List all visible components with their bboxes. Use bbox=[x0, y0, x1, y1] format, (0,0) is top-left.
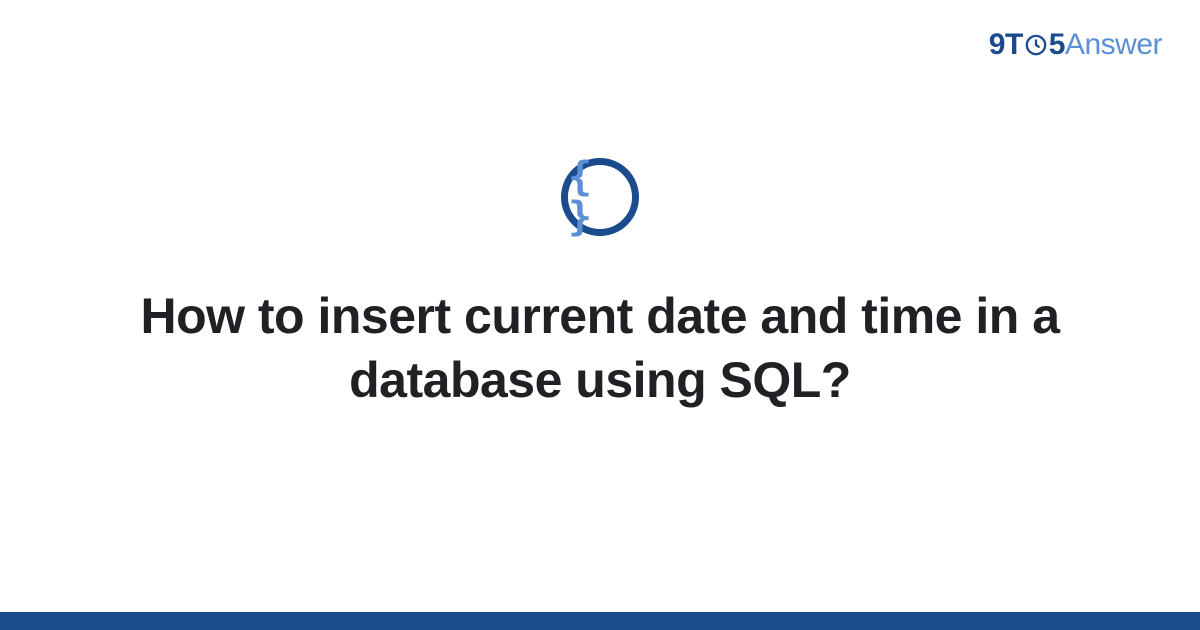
footer-accent-bar bbox=[0, 612, 1200, 630]
category-badge: { } bbox=[561, 158, 639, 236]
question-title: How to insert current date and time in a… bbox=[140, 284, 1060, 412]
code-braces-icon: { } bbox=[568, 157, 632, 237]
main-content: { } How to insert current date and time … bbox=[0, 0, 1200, 630]
